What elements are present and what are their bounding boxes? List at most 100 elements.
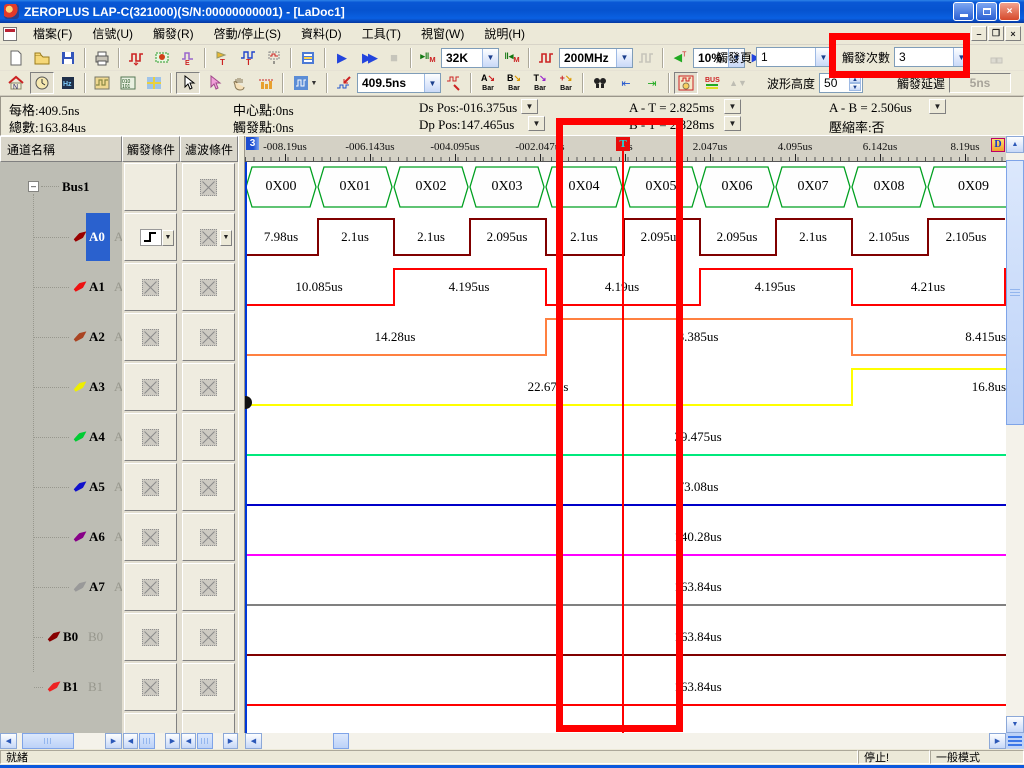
open-file-button[interactable] <box>30 47 54 69</box>
filter-cond-cell[interactable] <box>182 363 235 411</box>
sample-rate-combo[interactable]: 200MHz ▼ <box>559 48 633 68</box>
search-button[interactable] <box>588 72 612 94</box>
scroll-thumb[interactable] <box>197 733 213 749</box>
filter-cond-cell[interactable] <box>182 563 235 611</box>
zoom-next-icon[interactable] <box>442 72 466 94</box>
channel-item-a0[interactable]: A0A0 <box>0 212 122 262</box>
names-scrollbar[interactable]: ◀ ▶ <box>0 733 122 749</box>
memory-prev-icon[interactable]: ▸‖M <box>416 47 440 69</box>
trigger-condition-cell[interactable] <box>124 563 177 611</box>
bus-view-button[interactable]: BUS <box>700 72 724 94</box>
mdi-document-icon[interactable] <box>3 27 17 41</box>
listing-window-button[interactable]: 010101 <box>116 72 140 94</box>
bar-measure-button[interactable] <box>254 72 278 94</box>
combo-arrow-icon[interactable]: ▼ <box>616 49 632 67</box>
channel-item-a1[interactable]: A1A1 <box>0 262 122 312</box>
filter-cond-cell[interactable] <box>182 713 235 733</box>
vertical-scrollbar[interactable]: ▲ ▼ <box>1006 136 1024 733</box>
minimize-button[interactable] <box>953 2 974 21</box>
trigger-page-combo[interactable]: 1 ▼ <box>756 47 832 67</box>
filter-cond-cell[interactable]: ▼ <box>182 213 235 261</box>
filter-cond-cell[interactable] <box>182 163 235 211</box>
scroll-right-icon[interactable]: ▶ <box>223 733 238 749</box>
sample-depth-combo[interactable]: 32K ▼ <box>441 48 499 68</box>
scroll-right-icon[interactable]: ▶ <box>105 733 122 749</box>
run-single-button[interactable]: ▶ <box>330 47 354 69</box>
filter-col-scrollbar[interactable]: ◀ ▶ <box>181 733 238 749</box>
filter-cond-cell[interactable] <box>182 463 235 511</box>
ds-pos-dropdown[interactable]: ▼ <box>521 99 538 114</box>
mdi-minimize-button[interactable]: – <box>971 26 987 41</box>
channel-item-a7[interactable]: A7A7 <box>0 562 122 612</box>
channel-item-a2[interactable]: A2A2 <box>0 312 122 362</box>
channel-item-b1[interactable]: B1B1 <box>0 662 122 712</box>
waveform-scroll-thumb[interactable] <box>333 733 349 749</box>
filter-cond-cell[interactable] <box>182 263 235 311</box>
filter-cond-cell[interactable] <box>182 663 235 711</box>
resize-grip[interactable] <box>1006 733 1024 749</box>
waveform-window-button[interactable] <box>90 72 114 94</box>
navigator-button[interactable] <box>142 72 166 94</box>
menu-item-1[interactable]: 信號(U) <box>82 23 143 44</box>
close-button[interactable]: × <box>999 2 1020 21</box>
channel-item-b0[interactable]: B0B0 <box>0 612 122 662</box>
prev-edge-button[interactable]: ⇤ <box>614 72 638 94</box>
trigger-condition-cell[interactable]: ▼ <box>124 213 177 261</box>
trigger-condition-cell[interactable] <box>124 163 177 211</box>
cell-dropdown-icon[interactable]: ▼ <box>162 230 174 246</box>
restore-button[interactable] <box>976 2 997 21</box>
a-b-dropdown[interactable]: ▼ <box>929 99 946 114</box>
mdi-close-button[interactable]: × <box>1005 26 1021 41</box>
trigger-col-scrollbar[interactable]: ◀ ▶ <box>123 733 180 749</box>
trigger-condition-cell[interactable] <box>124 363 177 411</box>
trigger-condition-cell[interactable] <box>124 663 177 711</box>
hand-tool-button[interactable] <box>228 72 252 94</box>
time-division-combo[interactable]: 409.5ns ▼ <box>357 73 441 93</box>
menu-item-7[interactable]: 說明(H) <box>474 23 535 44</box>
tree-collapse-icon[interactable]: – <box>28 181 39 192</box>
trigger-condition-cell[interactable] <box>124 613 177 661</box>
trigger-condition-cell[interactable] <box>124 313 177 361</box>
trigger-condition-cell[interactable] <box>124 513 177 561</box>
column-splitter[interactable] <box>238 136 245 733</box>
menu-item-4[interactable]: 資料(D) <box>291 23 352 44</box>
a-bar-button[interactable]: A↘Bar <box>476 72 500 94</box>
save-file-button[interactable] <box>56 47 80 69</box>
clock-waveform-button[interactable] <box>674 72 698 94</box>
combo-arrow-icon[interactable]: ▼ <box>424 74 440 92</box>
menu-item-2[interactable]: 觸發(R) <box>143 23 204 44</box>
trigger-condition-cell[interactable] <box>124 713 177 733</box>
next-edge-button[interactable]: ⇥ <box>640 72 664 94</box>
b-bar-button[interactable]: B↘Bar <box>502 72 526 94</box>
scroll-left-icon[interactable]: ◀ <box>123 733 138 749</box>
trigger-condition-cell[interactable] <box>124 463 177 511</box>
channel-setup-icon[interactable] <box>150 47 174 69</box>
menu-item-5[interactable]: 工具(T) <box>352 23 411 44</box>
a-t-dropdown[interactable]: ▼ <box>724 99 741 114</box>
mdi-restore-button[interactable]: ❐ <box>988 26 1004 41</box>
zoom-previous-icon[interactable] <box>332 72 356 94</box>
run-repeat-button[interactable]: ▶▶ <box>356 47 380 69</box>
dp-pos-dropdown[interactable]: ▼ <box>528 116 545 131</box>
channel-item-a3[interactable]: A3A3 <box>0 362 122 412</box>
bus-analysis-icon[interactable] <box>296 47 320 69</box>
channel-item-a6[interactable]: A6A6 <box>0 512 122 562</box>
select-cursor-button[interactable] <box>176 72 200 94</box>
trigger-condition-cell[interactable] <box>124 263 177 311</box>
t-bar-button[interactable]: T↘Bar <box>528 72 552 94</box>
filter-cond-cell[interactable] <box>182 613 235 661</box>
scroll-right-icon[interactable]: ▶ <box>165 733 180 749</box>
trigger-condition-cell[interactable] <box>124 413 177 461</box>
home-button[interactable]: N <box>4 72 28 94</box>
trigger-pos-left-icon[interactable]: ◀T <box>668 47 692 69</box>
trigger-range-icon[interactable] <box>262 47 286 69</box>
filter-cond-cell[interactable] <box>182 313 235 361</box>
multi-select-cursor-button[interactable] <box>202 72 226 94</box>
scroll-down-icon[interactable]: ▼ <box>1006 716 1024 733</box>
waveform-scrollbar[interactable]: ◀ ▶ <box>245 733 1006 749</box>
menu-item-6[interactable]: 視窗(W) <box>411 23 474 44</box>
trigger-wave-icon[interactable]: T <box>236 47 260 69</box>
menu-item-3[interactable]: 啓動/停止(S) <box>204 23 291 44</box>
names-scroll-thumb[interactable] <box>22 733 74 749</box>
new-file-button[interactable] <box>4 47 28 69</box>
